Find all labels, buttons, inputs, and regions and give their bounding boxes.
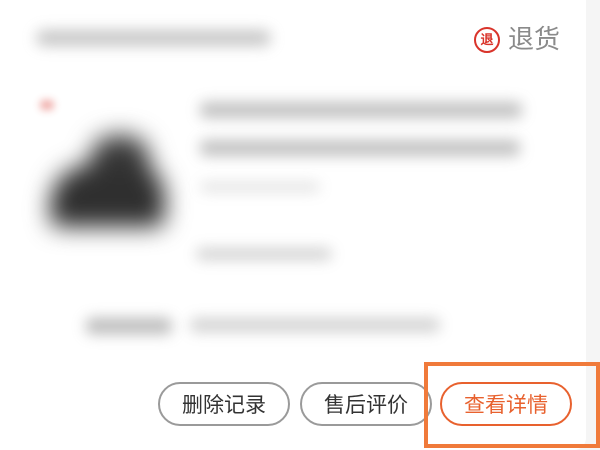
return-status-label: 退货 — [507, 25, 560, 55]
product-thumbnail[interactable] — [30, 125, 170, 235]
store-name-blurred — [36, 30, 271, 46]
order-card: 退 退货 删除记录 售后评价 查看详情 — [0, 0, 600, 450]
delete-record-button[interactable]: 删除记录 — [158, 382, 290, 426]
product-tag-blurred — [40, 100, 54, 110]
return-badge-icon: 退 — [473, 27, 500, 53]
service-label-blurred — [86, 318, 172, 334]
product-spec-blurred — [200, 182, 320, 192]
product-title-line-2-blurred — [200, 140, 520, 156]
return-badge-glyph: 退 — [480, 32, 494, 48]
after-sales-review-button[interactable]: 售后评价 — [300, 382, 432, 426]
service-info-blurred — [190, 318, 440, 332]
product-price-blurred — [196, 248, 332, 260]
product-title-line-1-blurred — [200, 102, 522, 118]
return-status: 退 退货 — [473, 22, 560, 58]
view-details-button[interactable]: 查看详情 — [440, 382, 572, 426]
